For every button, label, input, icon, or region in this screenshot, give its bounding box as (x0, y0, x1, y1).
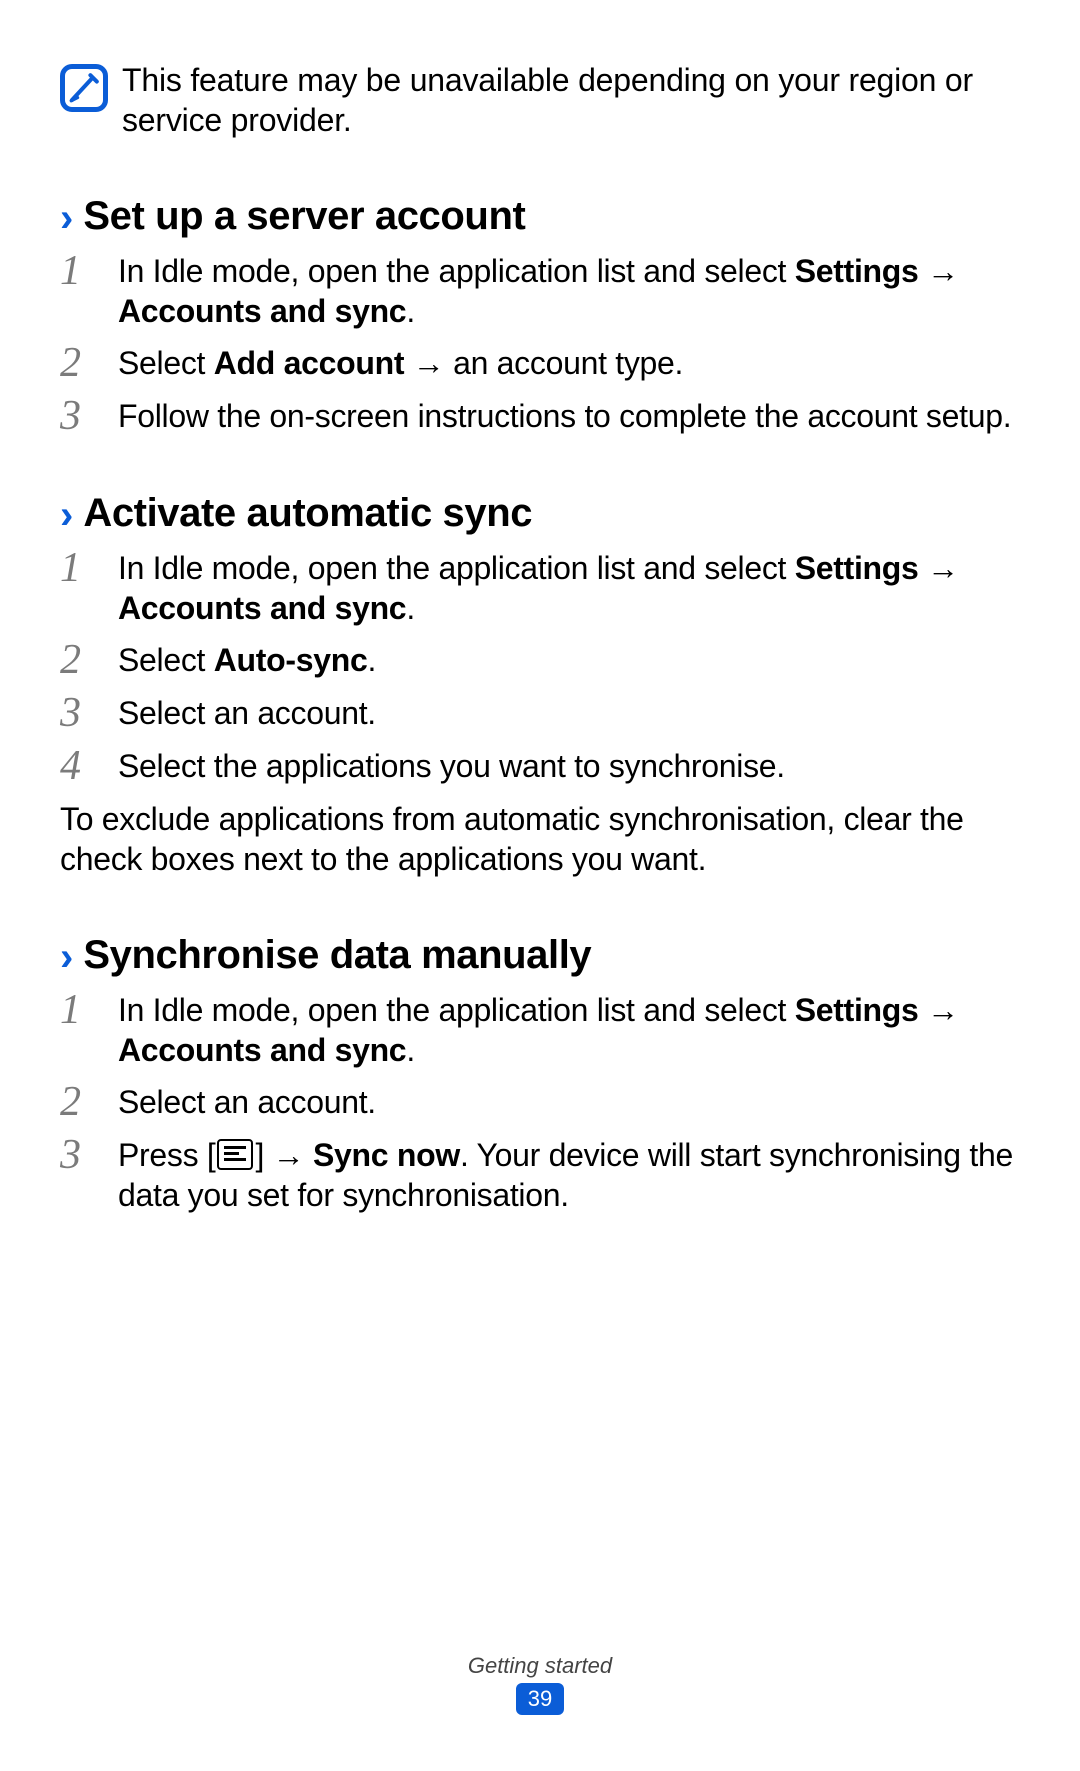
step-number: 3 (60, 692, 96, 734)
chevron-right-icon: › (60, 937, 73, 977)
step-item: 4 Select the applications you want to sy… (60, 746, 1020, 787)
step-item: 3 Press [] → Sync now. Your device will … (60, 1135, 1020, 1215)
step-number: 4 (60, 745, 96, 787)
section-title: Set up a server account (83, 194, 525, 239)
section-title: Synchronise data manually (83, 933, 591, 978)
step-text: Select an account. (118, 693, 376, 733)
step-text: Follow the on-screen instructions to com… (118, 396, 1011, 436)
menu-button-icon (217, 1139, 253, 1170)
step-text: In Idle mode, open the application list … (118, 990, 1020, 1070)
step-text: Select Add account → an account type. (118, 343, 683, 383)
step-item: 2 Select an account. (60, 1082, 1020, 1123)
step-text: Select an account. (118, 1082, 376, 1122)
step-text: In Idle mode, open the application list … (118, 251, 1020, 331)
step-item: 2 Select Auto-sync. (60, 640, 1020, 681)
note-block: This feature may be unavailable dependin… (60, 60, 1020, 140)
page-footer: Getting started 39 (0, 1653, 1080, 1715)
section-paragraph: To exclude applications from automatic s… (60, 799, 1020, 879)
section-heading-setup: › Set up a server account (60, 194, 1020, 239)
page-number: 39 (516, 1683, 564, 1715)
note-text: This feature may be unavailable dependin… (122, 60, 1020, 140)
steps-list-setup: 1 In Idle mode, open the application lis… (60, 251, 1020, 437)
step-text: Press [] → Sync now. Your device will st… (118, 1135, 1020, 1215)
step-number: 2 (60, 1081, 96, 1123)
step-item: 3 Follow the on-screen instructions to c… (60, 396, 1020, 437)
chevron-right-icon: › (60, 198, 73, 238)
manual-page: This feature may be unavailable dependin… (0, 0, 1080, 1771)
note-icon (60, 64, 108, 112)
step-number: 3 (60, 395, 96, 437)
footer-label: Getting started (0, 1653, 1080, 1679)
step-number: 2 (60, 639, 96, 681)
step-text: In Idle mode, open the application list … (118, 548, 1020, 628)
step-number: 1 (60, 250, 96, 292)
section-heading-manual: › Synchronise data manually (60, 933, 1020, 978)
step-number: 1 (60, 547, 96, 589)
section-heading-autosync: › Activate automatic sync (60, 491, 1020, 536)
step-item: 1 In Idle mode, open the application lis… (60, 251, 1020, 331)
steps-list-autosync: 1 In Idle mode, open the application lis… (60, 548, 1020, 787)
step-item: 3 Select an account. (60, 693, 1020, 734)
chevron-right-icon: › (60, 495, 73, 535)
step-number: 2 (60, 342, 96, 384)
step-text: Select the applications you want to sync… (118, 746, 785, 786)
steps-list-manual: 1 In Idle mode, open the application lis… (60, 990, 1020, 1215)
section-title: Activate automatic sync (83, 491, 532, 536)
step-number: 1 (60, 989, 96, 1031)
step-item: 2 Select Add account → an account type. (60, 343, 1020, 384)
step-item: 1 In Idle mode, open the application lis… (60, 990, 1020, 1070)
step-text: Select Auto-sync. (118, 640, 376, 680)
step-item: 1 In Idle mode, open the application lis… (60, 548, 1020, 628)
step-number: 3 (60, 1134, 96, 1176)
